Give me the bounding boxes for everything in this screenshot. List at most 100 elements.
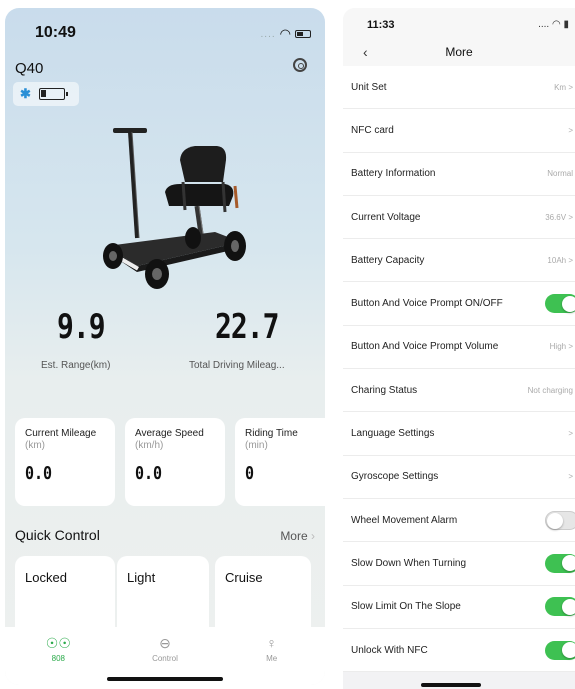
settings-row-value: > [568, 429, 573, 439]
riding-time-card: Riding Time (min) 0 [235, 418, 325, 506]
signal-dots: .... [538, 19, 550, 30]
settings-row-label: Button And Voice Prompt Volume [351, 341, 499, 353]
settings-row[interactable]: Button And Voice Prompt ON/OFF [343, 282, 575, 326]
settings-row[interactable]: Wheel Movement Alarm [343, 498, 575, 543]
status-time: 11:33 [367, 19, 395, 31]
person-icon: ♀ [266, 635, 277, 651]
settings-row[interactable]: Language Settings > [343, 412, 575, 456]
settings-row-label: Slow Limit On The Slope [351, 601, 461, 613]
settings-row-label: Unlock With NFC [351, 644, 428, 656]
settings-row[interactable]: Unit Set Km > [343, 66, 575, 110]
settings-row[interactable]: Button And Voice Prompt Volume High > [343, 325, 575, 370]
settings-row[interactable]: Battery Capacity 10Ah > [343, 239, 575, 283]
average-speed-card: Average Speed (km/h) 0.0 [125, 418, 225, 506]
connection-status: ✱ [13, 82, 79, 106]
card-value: 0 [245, 462, 255, 484]
home-indicator [107, 677, 223, 681]
control-label: Cruise [225, 570, 263, 585]
settings-row[interactable]: Slow Down When Turning [343, 542, 575, 586]
more-settings-screen: 11:33 .... ◠ ▮ ‹ More Unit Set Km > NFC ca… [343, 8, 575, 689]
card-unit: (km/h) [135, 440, 164, 451]
toggle-knob [561, 598, 575, 615]
settings-row-value: Normal [547, 169, 573, 179]
toggle-knob [561, 642, 575, 658]
settings-row-label: Slow Down When Turning [351, 557, 467, 569]
control-label: Light [127, 570, 156, 585]
settings-row-label: Charing Status [351, 384, 418, 396]
toggle-knob [547, 512, 563, 529]
settings-row[interactable]: NFC card > [343, 109, 575, 153]
settings-row[interactable]: Unlock With NFC [343, 628, 575, 673]
control-label: Locked [25, 570, 67, 585]
wifi-icon: ◠ [279, 26, 291, 41]
card-value: 0.0 [135, 462, 163, 484]
battery-icon: ▮ [563, 19, 569, 30]
toggle-switch[interactable] [545, 553, 575, 573]
bike-icon: ☉☉ [45, 634, 71, 651]
wifi-icon: ◠ [551, 19, 561, 30]
settings-row-value: > [568, 125, 573, 135]
bluetooth-icon: ✱ [20, 86, 31, 101]
quick-control-title: Quick Control [15, 527, 100, 543]
toggle-switch[interactable] [545, 640, 575, 660]
card-unit: (km) [25, 440, 45, 451]
settings-gear-icon[interactable] [293, 58, 307, 72]
status-bar-right: .... ◠ [261, 26, 311, 42]
total-mileage-value: 22.7 [215, 306, 279, 347]
tab-me[interactable]: ♀ Me [242, 635, 302, 685]
tab-label: 808 [51, 654, 65, 663]
quick-control-more-link[interactable]: More › [280, 529, 315, 543]
card-value: 0.0 [25, 462, 53, 484]
toggle-switch[interactable] [545, 510, 575, 530]
card-label: Riding Time [245, 428, 298, 439]
settings-row[interactable]: Slow Limit On The Slope [343, 585, 575, 629]
settings-row[interactable]: Charing Status Not charging [343, 369, 575, 413]
settings-row-label: Gyroscope Settings [351, 471, 439, 483]
settings-row-value: > [568, 472, 573, 482]
settings-row[interactable]: Gyroscope Settings > [343, 455, 575, 499]
settings-row-value: 10Ah > [547, 255, 573, 265]
toggle-knob [561, 555, 575, 572]
steering-wheel-icon: ⊖ [159, 634, 171, 651]
total-mileage-label: Total Driving Mileag... [189, 360, 285, 371]
settings-row-label: Unit Set [351, 81, 387, 93]
toggle-switch[interactable] [545, 597, 575, 617]
card-unit: (min) [245, 440, 268, 451]
settings-row-label: Language Settings [351, 428, 435, 440]
current-mileage-card: Current Mileage (km) 0.0 [15, 418, 115, 506]
card-label: Current Mileage [25, 428, 97, 439]
device-battery-icon [38, 88, 68, 100]
settings-row[interactable]: Current Voltage 36.6V > [343, 195, 575, 240]
scooter-image [103, 128, 246, 289]
page-title: More [445, 45, 473, 59]
settings-list: Unit Set Km > NFC card > Battery Information… [343, 66, 575, 673]
settings-row-label: Wheel Movement Alarm [351, 514, 458, 526]
device-model: Q40 [15, 60, 44, 77]
tab-label: Control [152, 654, 178, 663]
status-icons: .... ◠ ▮ [538, 19, 569, 30]
settings-row-value: High > [549, 342, 573, 352]
est-range-value: 9.9 [57, 306, 106, 347]
signal-dots: .... [260, 28, 276, 40]
settings-row-value: Km > [554, 82, 573, 92]
card-label: Average Speed [135, 428, 204, 439]
settings-row[interactable]: Battery Information Normal [343, 152, 575, 196]
chevron-right-icon: › [311, 529, 315, 543]
status-time: 10:49 [35, 24, 76, 41]
settings-row-label: Current Voltage [351, 211, 421, 223]
nav-header: 11:33 .... ◠ ▮ ‹ More [343, 8, 575, 68]
toggle-knob [561, 295, 575, 312]
toggle-switch[interactable] [545, 294, 575, 314]
more-label: More [280, 529, 308, 543]
settings-row-label: Button And Voice Prompt ON/OFF [351, 298, 503, 310]
status-battery-icon [295, 30, 311, 38]
dashboard-screen: 10:49 .... ◠ Q40 ✱ 9.9 Est. Range(km) 22… [5, 8, 325, 685]
settings-row-label: Battery Capacity [351, 254, 425, 266]
settings-row-value: Not charging [527, 385, 573, 395]
settings-row-value: 36.6V > [545, 212, 573, 222]
tab-home[interactable]: ☉☉ 808 [28, 635, 88, 685]
tab-label: Me [266, 654, 278, 663]
est-range-label: Est. Range(km) [41, 360, 111, 371]
settings-row-label: NFC card [351, 124, 394, 136]
settings-row-label: Battery Information [351, 168, 436, 180]
